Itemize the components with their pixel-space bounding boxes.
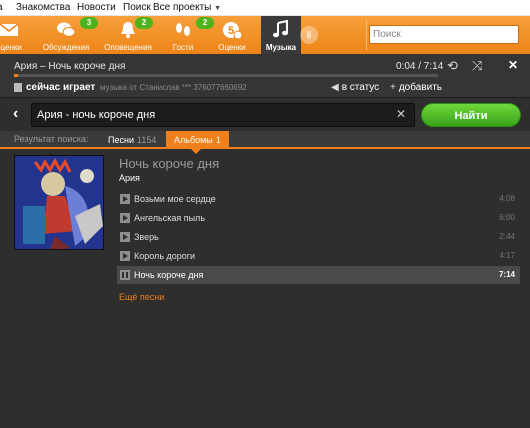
track-name: Ангельская пыль: [134, 213, 206, 223]
track-row[interactable]: Ангельская пыль 6:00: [117, 209, 520, 227]
rating-five-icon: 5: [223, 22, 243, 40]
set-status-label: в статус: [341, 82, 380, 93]
tab-songs[interactable]: Песни 1154: [100, 131, 164, 149]
nav-item-label: Гости: [172, 43, 194, 52]
pause-button[interactable]: ||: [300, 26, 318, 44]
track-row[interactable]: Король дороги 4:17: [117, 247, 520, 265]
nav-item-music[interactable]: Музыка: [261, 16, 301, 54]
tab-songs-label: Песни: [108, 135, 134, 145]
album-title[interactable]: Ночь короче дня: [119, 156, 219, 171]
music-player-panel: Ария – Ночь короче дня 0:04 / 7:14 ⟲ ⤨ ✕…: [0, 54, 530, 428]
nav-divider: [366, 20, 367, 50]
nav-item-label: оценки: [0, 43, 22, 52]
track-row[interactable]: Возьми мое сердце 4:08: [117, 190, 520, 208]
nav-item-label: Оценки: [218, 43, 246, 52]
track-name: Ночь короче дня: [134, 270, 204, 280]
now-playing-title: Ария – Ночь короче дня: [14, 61, 126, 72]
results-label: Результат поиска:: [14, 134, 89, 144]
now-playing-icon: [14, 83, 22, 92]
play-icon[interactable]: [120, 251, 130, 261]
active-tab-pointer: [191, 149, 201, 154]
footprints-icon: [176, 23, 190, 36]
music-note-icon: [273, 20, 288, 38]
link-all-projects[interactable]: Все проекты ▼: [153, 2, 221, 13]
chevron-down-icon: ▼: [214, 5, 222, 12]
set-status-button[interactable]: ◀ в статус: [331, 82, 379, 93]
link-news[interactable]: Новости: [77, 2, 116, 13]
repeat-icon[interactable]: ⟲: [447, 58, 458, 74]
play-icon[interactable]: [120, 232, 130, 242]
svg-text:5: 5: [228, 25, 234, 37]
back-arrow-icon[interactable]: ‹: [13, 105, 18, 123]
album-cover[interactable]: [14, 155, 104, 250]
play-icon[interactable]: [120, 213, 130, 223]
tab-albums-count: 1: [215, 135, 221, 145]
nav-item-guests[interactable]: 2 Гости: [166, 16, 214, 54]
chat-bubbles-icon: [57, 22, 76, 37]
megaphone-icon: ◀: [331, 82, 339, 93]
track-duration: 4:17: [499, 251, 515, 260]
now-playing-source: музыка от Станислав *** 376077660692: [100, 83, 247, 92]
nav-item-notifications[interactable]: 2 Оповещения: [101, 16, 155, 54]
nav-item-label: Обсуждения: [42, 43, 90, 52]
find-button[interactable]: Найти: [421, 103, 521, 127]
nav-item-ratings[interactable]: 5 Оценки: [214, 16, 250, 54]
page: а Знакомства Новости Поиск Все проекты ▼…: [0, 0, 530, 428]
track-name: Король дороги: [134, 251, 196, 261]
track-duration: 4:08: [499, 194, 515, 203]
nav-item-label: Оповещения: [104, 43, 152, 52]
music-search-input[interactable]: [37, 107, 382, 123]
site-search: [369, 25, 519, 44]
clear-icon[interactable]: ✕: [396, 107, 406, 121]
nav-item-discussions[interactable]: 3 Обсуждения: [42, 16, 98, 54]
track-name: Возьми мое сердце: [134, 194, 216, 204]
nav-item-label: Музыка: [265, 43, 297, 52]
track-name: Зверь: [134, 232, 159, 242]
tab-albums-label: Альбомы: [174, 135, 213, 145]
music-search-box: ✕: [31, 103, 415, 127]
album-cover-art: [15, 156, 103, 249]
track-row-playing[interactable]: Ночь короче дня 7:14: [117, 266, 520, 284]
play-icon[interactable]: [120, 194, 130, 204]
pause-icon: ||: [306, 30, 312, 39]
track-row[interactable]: Зверь 2:44: [117, 228, 520, 246]
track-time: 0:04 / 7:14: [396, 61, 444, 72]
link-partial[interactable]: а: [0, 2, 3, 13]
all-projects-label: Все проекты: [153, 2, 212, 13]
add-label: добавить: [398, 82, 442, 93]
progress-bar[interactable]: [14, 74, 438, 77]
track-duration: 6:00: [499, 213, 515, 222]
envelope-icon: [0, 23, 19, 36]
track-duration: 2:44: [499, 232, 515, 241]
now-playing-label: сейчас играет: [26, 82, 96, 93]
link-search[interactable]: Поиск: [123, 2, 151, 13]
notifications-badge: 2: [135, 17, 153, 29]
plus-icon: +: [390, 82, 396, 93]
guests-badge: 2: [196, 17, 214, 29]
shuffle-icon[interactable]: ⤨: [472, 58, 482, 74]
close-icon[interactable]: ✕: [508, 58, 518, 72]
site-search-input[interactable]: [373, 27, 513, 42]
discussions-badge: 3: [80, 17, 98, 29]
player-header: Ария – Ночь короче дня 0:04 / 7:14 ⟲ ⤨ ✕…: [0, 54, 530, 98]
album-artist[interactable]: Ария: [119, 173, 140, 183]
link-znakomstva[interactable]: Знакомства: [16, 2, 70, 13]
pause-icon[interactable]: [120, 270, 130, 280]
more-songs-link[interactable]: Ещё песни: [119, 292, 164, 302]
top-links-bar: а Знакомства Новости Поиск Все проекты ▼: [0, 0, 530, 16]
progress-fill: [14, 74, 19, 77]
tab-albums[interactable]: Альбомы 1: [166, 131, 229, 149]
track-duration: 7:14: [498, 270, 515, 279]
tab-songs-count: 1154: [136, 135, 157, 145]
add-button[interactable]: + добавить: [390, 82, 442, 93]
nav-item-ratings-partial[interactable]: оценки: [0, 16, 28, 54]
results-tabs: Результат поиска: Песни 1154 Альбомы 1: [0, 131, 530, 149]
